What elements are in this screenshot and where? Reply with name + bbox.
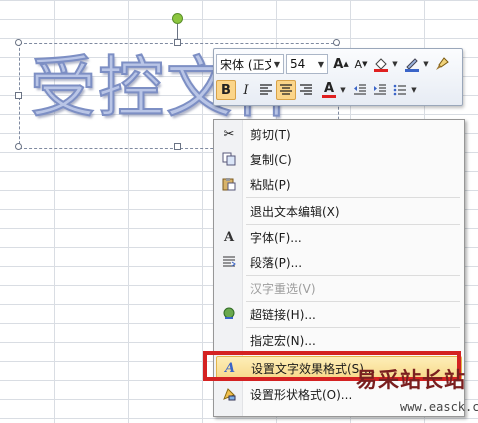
menu-item-label: 复制(C) <box>250 152 292 167</box>
menu-item-paste[interactable]: 粘贴(P) <box>216 172 462 196</box>
menu-item-label: 剪切(T) <box>250 127 291 142</box>
shape-format-icon <box>216 387 242 401</box>
increase-indent-icon <box>374 84 386 95</box>
chevron-down-icon[interactable]: ▼ <box>391 60 399 68</box>
format-painter-button[interactable] <box>432 54 452 74</box>
copy-icon <box>216 152 242 166</box>
shrink-font-button[interactable]: A ▼ <box>351 54 371 74</box>
shrink-font-icon: A <box>354 57 363 71</box>
bullets-button[interactable] <box>390 80 410 100</box>
menu-item-label: 退出文本编辑(X) <box>250 204 340 219</box>
chevron-down-icon[interactable]: ▼ <box>271 60 283 69</box>
font-icon: A <box>223 229 235 245</box>
rotation-handle[interactable] <box>172 13 183 24</box>
paragraph-icon <box>216 256 242 268</box>
bullet-list-icon <box>393 84 406 96</box>
menu-item-assign-macro[interactable]: 指定宏(N)... <box>216 328 462 352</box>
paste-icon <box>216 177 242 191</box>
font-size-value: 54 <box>290 57 306 71</box>
watermark: 易采站长站 www.easck.com <box>356 364 478 423</box>
scissors-icon: ✂ <box>223 126 235 142</box>
menu-item-paragraph[interactable]: 段落(P)... <box>216 250 462 274</box>
font-size-combo[interactable]: 54 ▼ <box>286 54 328 74</box>
bold-button[interactable]: B <box>216 80 236 100</box>
menu-item-label: 设置形状格式(O)... <box>250 387 353 402</box>
font-name-value: 宋体 (正文 <box>220 57 271 72</box>
fill-color-button[interactable] <box>371 54 391 74</box>
format-painter-icon <box>436 57 449 70</box>
font-name-combo[interactable]: 宋体 (正文 ▼ <box>216 54 284 74</box>
align-left-button[interactable] <box>256 80 276 100</box>
decrease-indent-button[interactable] <box>350 80 370 100</box>
resize-handle-bottom-left[interactable] <box>15 143 22 150</box>
align-right-icon <box>300 84 312 95</box>
menu-item-label: 汉字重选(V) <box>250 281 316 296</box>
menu-item-label: 指定宏(N)... <box>250 333 316 348</box>
menu-item-exit-text-edit[interactable]: 退出文本编辑(X) <box>216 199 462 223</box>
menu-separator <box>246 197 460 198</box>
decrease-indent-icon <box>354 84 366 95</box>
align-center-button[interactable] <box>276 80 296 100</box>
align-right-button[interactable] <box>296 80 316 100</box>
align-left-icon <box>260 84 272 95</box>
font-color-button[interactable]: A <box>319 80 339 100</box>
menu-item-hyperlink[interactable]: 超链接(H)... <box>216 302 462 326</box>
watermark-site-name: 易采站长站 <box>356 367 466 392</box>
resize-handle-top-right[interactable] <box>333 39 340 46</box>
chevron-down-icon[interactable]: ▼ <box>339 86 347 94</box>
outline-color-button[interactable] <box>402 54 422 74</box>
align-center-icon <box>280 84 292 95</box>
italic-button[interactable]: I <box>236 80 256 100</box>
menu-item-label: 粘贴(P) <box>250 177 291 192</box>
chevron-down-icon[interactable]: ▼ <box>410 86 418 94</box>
menu-item-label: 段落(P)... <box>250 255 303 270</box>
menu-item-cut[interactable]: ✂ 剪切(T) <box>216 122 462 146</box>
menu-item-label: 超链接(H)... <box>250 307 316 322</box>
grow-font-icon: A <box>333 56 344 72</box>
menu-item-label: 字体(F)... <box>250 230 302 245</box>
watermark-url: www.easck.com <box>400 400 478 414</box>
menu-item-font[interactable]: A 字体(F)... <box>216 225 462 249</box>
resize-handle-top[interactable] <box>174 39 181 46</box>
resize-handle-top-left[interactable] <box>15 39 22 46</box>
chevron-down-icon[interactable]: ▼ <box>315 60 327 69</box>
chevron-down-icon[interactable]: ▼ <box>422 60 430 68</box>
resize-handle-left[interactable] <box>15 92 22 99</box>
increase-indent-button[interactable] <box>370 80 390 100</box>
pen-line-icon <box>405 58 419 72</box>
grow-font-button[interactable]: A ▲ <box>331 54 351 74</box>
menu-item-reconvert: 汉字重选(V) <box>216 276 462 300</box>
mini-toolbar: 宋体 (正文 ▼ 54 ▼ A ▲ A ▼ ▼ ▼ B I A ▼ ▼ <box>213 48 463 106</box>
paint-bucket-icon <box>374 58 388 72</box>
menu-item-copy[interactable]: 复制(C) <box>216 147 462 171</box>
hyperlink-icon <box>216 307 242 321</box>
resize-handle-bottom[interactable] <box>174 143 181 150</box>
font-color-icon: A <box>323 80 335 96</box>
